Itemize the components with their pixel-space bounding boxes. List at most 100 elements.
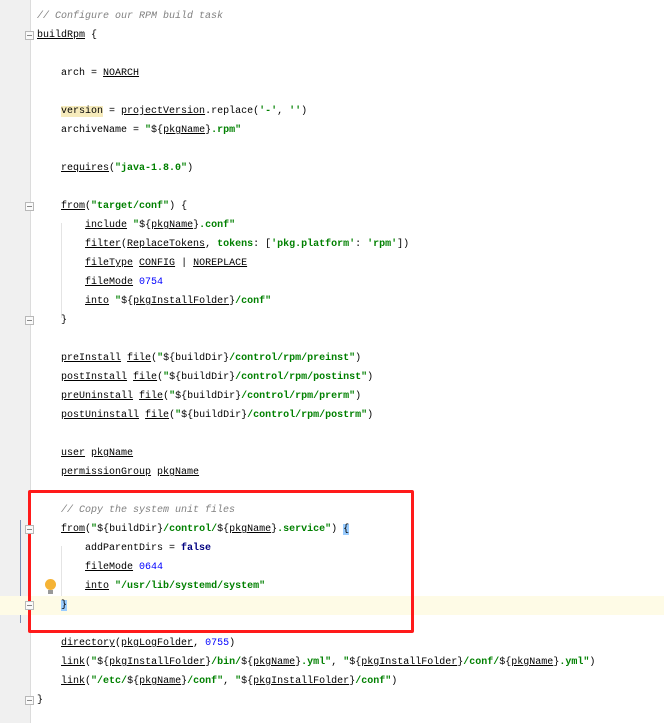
code-line[interactable]	[0, 178, 664, 197]
code-line[interactable]: postUninstall file("${buildDir}/control/…	[0, 406, 664, 425]
code-token: requires	[61, 163, 110, 174]
code-string: "java-1.8.0"	[115, 163, 188, 174]
fold-marker-icon[interactable]	[25, 316, 34, 325]
fold-marker-icon[interactable]	[25, 601, 34, 610]
code-token: ,	[193, 638, 206, 649]
code-token: )	[367, 410, 374, 421]
code-line[interactable]	[0, 140, 664, 159]
fold-marker-icon[interactable]	[25, 525, 34, 534]
code-token: file	[127, 353, 152, 364]
code-line[interactable]: permissionGroup pkgName	[0, 463, 664, 482]
code-token: projectVersion	[121, 106, 206, 117]
code-line[interactable]: from("target/conf") {	[0, 197, 664, 216]
code-token: pkgInstallFolder	[109, 657, 206, 668]
code-token: ${buildDir}	[163, 353, 230, 364]
code-line[interactable]: into "${pkgInstallFolder}/conf"	[0, 292, 664, 311]
code-string: .yml"	[559, 657, 590, 668]
code-line[interactable]: user pkgName	[0, 444, 664, 463]
code-number: 0754	[139, 277, 164, 288]
code-token: link	[61, 676, 86, 687]
code-line[interactable]: directory(pkgLogFolder, 0755)	[0, 634, 664, 653]
code-line[interactable]: }	[0, 311, 664, 330]
code-token: ReplaceTokens	[127, 239, 206, 250]
code-token: =	[103, 106, 122, 117]
code-token: ${	[97, 657, 110, 668]
code-number: 0755	[205, 638, 230, 649]
code-token: postInstall	[61, 372, 128, 383]
code-line[interactable]: link("/etc/${pkgName}/conf", "${pkgInsta…	[0, 672, 664, 691]
fold-marker-icon[interactable]	[25, 202, 34, 211]
code-string: tokens	[217, 239, 254, 250]
code-token: version	[61, 106, 104, 117]
code-token: postUninstall	[61, 410, 140, 421]
code-string: /conf/	[463, 657, 500, 668]
code-line[interactable]: fileType CONFIG | NOREPLACE	[0, 254, 664, 273]
code-token: fileType	[85, 258, 134, 269]
code-token: arch =	[37, 68, 104, 79]
code-token: ${buildDir}	[175, 391, 242, 402]
code-token: )	[355, 353, 362, 364]
code-string: .rpm"	[211, 125, 242, 136]
code-line[interactable]: buildRpm {	[0, 26, 664, 45]
code-token: ${	[121, 296, 134, 307]
code-token: )	[187, 163, 194, 174]
code-string: /control/rpm/postinst"	[235, 372, 368, 383]
code-line[interactable]: requires("java-1.8.0")	[0, 159, 664, 178]
code-token: from	[61, 201, 86, 212]
code-token: preInstall	[61, 353, 122, 364]
code-string: /conf"	[235, 296, 272, 307]
code-token: }	[37, 315, 68, 326]
code-token: :	[355, 239, 368, 250]
code-line[interactable]	[0, 45, 664, 64]
code-string: "/etc/	[91, 676, 128, 687]
code-token: pkgInstallFolder	[253, 676, 350, 687]
code-token: ${	[241, 676, 254, 687]
code-line[interactable]: preUninstall file("${buildDir}/control/r…	[0, 387, 664, 406]
code-token: pkgInstallFolder	[361, 657, 458, 668]
code-token: pkgName	[91, 448, 134, 459]
code-token: filter	[85, 239, 122, 250]
code-line[interactable]: filter(ReplaceTokens, tokens: ['pkg.plat…	[0, 235, 664, 254]
code-token: pkgName	[163, 125, 206, 136]
code-token: : [	[253, 239, 272, 250]
code-token: ${	[499, 657, 512, 668]
code-line[interactable]	[0, 83, 664, 102]
code-line[interactable]: fileMode 0754	[0, 273, 664, 292]
code-line[interactable]: // Configure our RPM build task	[0, 7, 664, 26]
fold-marker-icon[interactable]	[25, 31, 34, 40]
code-line[interactable]: }	[0, 691, 664, 710]
code-token: NOREPLACE	[193, 258, 248, 269]
code-line[interactable]	[0, 425, 664, 444]
fold-marker-icon[interactable]	[25, 696, 34, 705]
code-line[interactable]: postInstall file("${buildDir}/control/rp…	[0, 368, 664, 387]
code-token: pkgName	[139, 676, 182, 687]
code-line[interactable]: include "${pkgName}.conf"	[0, 216, 664, 235]
code-token: file	[145, 410, 170, 421]
code-comment: // Configure our RPM build task	[37, 11, 224, 22]
code-token: )	[301, 106, 308, 117]
code-token: .replace(	[205, 106, 260, 117]
code-token: preUninstall	[61, 391, 134, 402]
code-string: /conf"	[187, 676, 224, 687]
code-string: /control/rpm/preinst"	[229, 353, 356, 364]
code-line[interactable]: arch = NOARCH	[0, 64, 664, 83]
code-line[interactable]: preInstall file("${buildDir}/control/rpm…	[0, 349, 664, 368]
code-line[interactable]: link("${pkgInstallFolder}/bin/${pkgName}…	[0, 653, 664, 672]
code-line[interactable]	[0, 330, 664, 349]
code-line[interactable]: archiveName = "${pkgName}.rpm"	[0, 121, 664, 140]
code-line[interactable]: version = projectVersion.replace('-', ''…	[0, 102, 664, 121]
code-token: ,	[223, 676, 236, 687]
code-token: archiveName =	[37, 125, 146, 136]
